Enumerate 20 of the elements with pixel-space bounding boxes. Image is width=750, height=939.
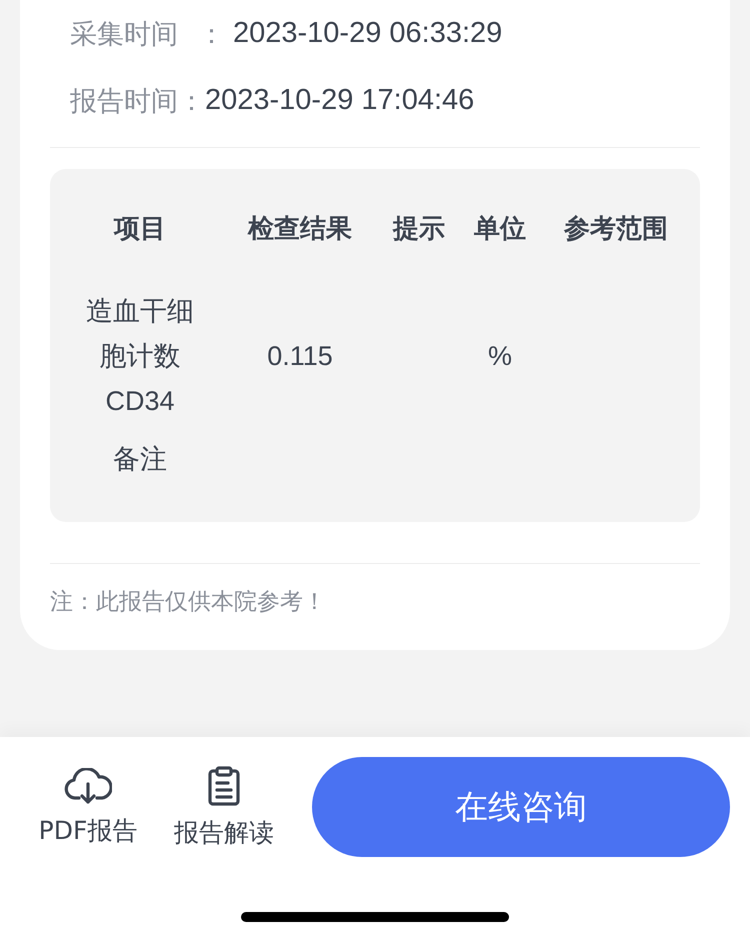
table-cell-text: 0.115 bbox=[267, 340, 333, 373]
table-cell-text: 备注 bbox=[113, 443, 167, 476]
consult-button[interactable]: 在线咨询 bbox=[312, 757, 730, 857]
info-value: 2023-10-29 06:33:29 bbox=[233, 17, 502, 50]
colon: ： bbox=[198, 18, 225, 52]
table-cell-text: 造血干细胞计数CD34 bbox=[85, 295, 195, 418]
clipboard-icon bbox=[206, 766, 242, 806]
action-button[interactable]: 报告解读 bbox=[156, 766, 292, 848]
column-header: 单位 bbox=[474, 212, 526, 246]
action-button[interactable]: PDF报告 bbox=[36, 768, 140, 846]
cloud-download-icon bbox=[64, 768, 112, 804]
table-cell-text: % bbox=[488, 340, 512, 373]
note-text: 注：此报告仅供本院参考！ bbox=[50, 588, 327, 617]
column-header: 检查结果 bbox=[248, 212, 352, 246]
info-value: 2023-10-29 17:04:46 bbox=[205, 84, 474, 117]
info-label: 报告时间： bbox=[70, 84, 205, 118]
column-header: 项目 bbox=[114, 212, 166, 246]
info-label: 采集时间 bbox=[70, 18, 178, 52]
column-header: 提示 bbox=[393, 212, 445, 246]
column-header: 参考范围 bbox=[564, 212, 668, 246]
